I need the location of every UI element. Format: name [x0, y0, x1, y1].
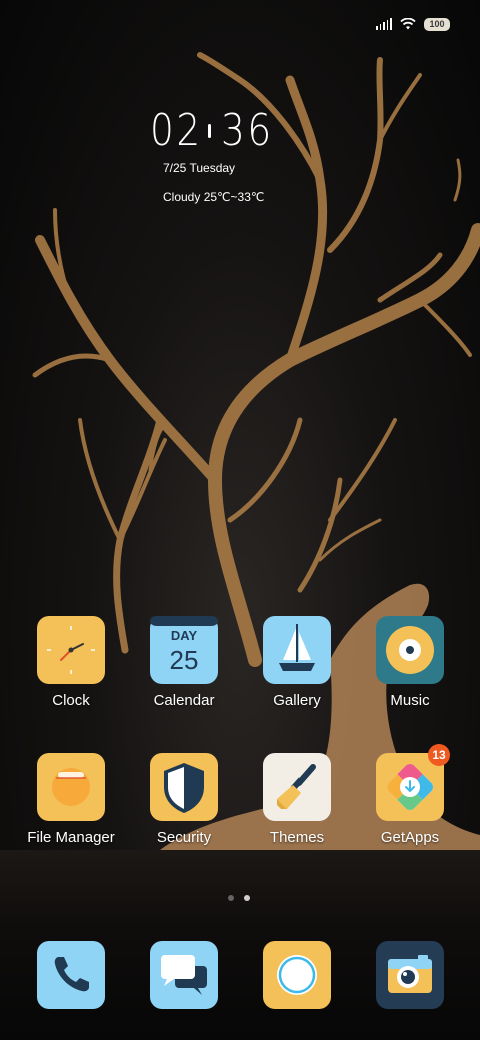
battery-indicator: 100 — [424, 17, 450, 31]
app-calendar[interactable]: DAY 25 Calendar — [127, 616, 241, 709]
time-hours: 02 — [150, 105, 203, 156]
app-clock[interactable]: Clock — [14, 616, 128, 709]
folder-icon — [37, 753, 105, 821]
date-label: 7/25 Tuesday — [163, 161, 236, 175]
time-display: 02 36 — [150, 108, 283, 154]
calendar-icon: DAY 25 — [150, 616, 218, 684]
weather-label: Cloudy 25℃~33℃ — [163, 190, 265, 204]
page-indicator[interactable] — [228, 895, 250, 901]
wifi-icon — [400, 18, 416, 30]
clock-icon — [37, 616, 105, 684]
page-dot-2[interactable] — [244, 895, 250, 901]
app-label-security: Security — [156, 829, 212, 846]
app-security[interactable]: Security — [127, 753, 241, 846]
app-themes[interactable]: Themes — [240, 753, 354, 846]
wallpaper-antlers — [32, 52, 480, 850]
vinyl-icon — [376, 616, 444, 684]
calendar-icon-date: 25 — [170, 645, 199, 675]
app-label-calendar: Calendar — [153, 692, 215, 709]
wallpaper — [0, 0, 480, 1040]
app-gallery[interactable]: Gallery — [240, 616, 354, 709]
shield-icon — [150, 753, 218, 821]
clock-widget[interactable]: 02 36 7/25 Tuesday Cloudy 25℃~33℃ — [150, 108, 283, 205]
signal-icon — [376, 18, 392, 30]
page-dot-1[interactable] — [228, 895, 234, 901]
app-label-themes: Themes — [269, 829, 325, 846]
app-label-clock: Clock — [52, 692, 90, 709]
browser-icon[interactable] — [263, 941, 331, 1009]
time-minutes: 36 — [221, 105, 274, 156]
camera-icon[interactable] — [376, 941, 444, 1009]
app-label-getapps: GetApps — [380, 829, 440, 846]
sailboat-icon — [263, 616, 331, 684]
phone-icon[interactable] — [37, 941, 105, 1009]
status-bar: 100 — [376, 14, 450, 34]
paintbrush-icon — [263, 753, 331, 821]
app-label-music: Music — [390, 692, 430, 709]
app-label-file-manager: File Manager — [27, 829, 115, 846]
calendar-icon-day: DAY — [171, 628, 198, 643]
app-label-gallery: Gallery — [273, 692, 321, 709]
time-separator — [208, 124, 211, 138]
app-getapps[interactable]: 13 GetApps — [353, 744, 467, 846]
download-icon: 13 — [376, 744, 450, 821]
notification-badge: 13 — [428, 744, 450, 766]
app-music[interactable]: Music — [353, 616, 467, 709]
app-file-manager[interactable]: File Manager — [14, 753, 128, 846]
messages-icon[interactable] — [150, 941, 218, 1009]
